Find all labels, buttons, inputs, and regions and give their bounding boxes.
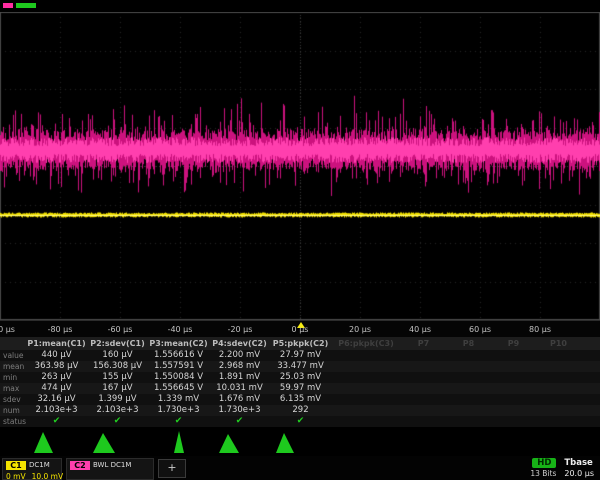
- measure-header[interactable]: P2:sdev(C1): [87, 338, 148, 349]
- timebase-label: Tbase: [564, 458, 594, 468]
- measure-cell: 2.968 mV: [209, 361, 270, 372]
- measure-cell: 2.103e+3: [87, 405, 148, 416]
- measure-cell: 27.97 mV: [270, 350, 331, 361]
- measure-cell: 25.03 mV: [270, 372, 331, 383]
- top-status-bar: [0, 0, 600, 12]
- measure-row-mean: mean363.98 µV156.308 µV1.557591 V2.968 m…: [0, 361, 600, 372]
- c2-status-indicator: [3, 3, 13, 8]
- c2-descriptor[interactable]: C2 BWL DC1M: [66, 458, 154, 480]
- measure-row-label: max: [0, 383, 26, 394]
- channel-bar: C1 DC1M 0 mV 10.0 mV C2 BWL DC1M + HD Tb…: [0, 456, 600, 480]
- measure-cell: 1.676 mV: [209, 394, 270, 405]
- measure-header-disabled[interactable]: P7: [401, 338, 446, 349]
- measurement-table: P1:mean(C1)P2:sdev(C1)P3:mean(C2)P4:sdev…: [0, 337, 600, 427]
- measure-header-disabled[interactable]: P10: [536, 338, 581, 349]
- time-label: -60 µs: [108, 325, 133, 334]
- measure-status-check: ✔: [209, 416, 270, 427]
- histicon-row: [0, 429, 600, 455]
- c2-label: C2: [70, 461, 90, 470]
- measure-cell: 263 µV: [26, 372, 87, 383]
- measure-status-check: ✔: [270, 416, 331, 427]
- measure-cell: 2.103e+3: [26, 405, 87, 416]
- measure-header-disabled[interactable]: P8: [446, 338, 491, 349]
- hd-badge: HD: [532, 458, 556, 468]
- measure-cell: 292: [270, 405, 331, 416]
- timebase-descriptor[interactable]: HD Tbase 13 Bits 20.0 µs: [530, 458, 598, 478]
- measure-header[interactable]: P5:pkpk(C2): [270, 338, 331, 349]
- measure-row-label: min: [0, 372, 26, 383]
- measure-cell: 1.399 µV: [87, 394, 148, 405]
- measure-header-disabled[interactable]: P6:pkpk(C3): [331, 338, 401, 349]
- histogram-icon[interactable]: [270, 429, 331, 455]
- measure-status-check: ✔: [26, 416, 87, 427]
- oscilloscope-screen: -100 µs -80 µs -60 µs -40 µs -20 µs 0 µs 20 µs…: [0, 0, 600, 480]
- time-label: 40 µs: [409, 325, 431, 334]
- measure-cell: 440 µV: [26, 350, 87, 361]
- time-axis: -100 µs -80 µs -60 µs -40 µs -20 µs 0 µs 20 µs…: [0, 320, 600, 338]
- c1-coupling: DC1M: [29, 461, 50, 469]
- waveform-canvas: [0, 12, 600, 320]
- measure-status-check: ✔: [87, 416, 148, 427]
- measure-cell: 2.200 mV: [209, 350, 270, 361]
- measure-header[interactable]: P3:mean(C2): [148, 338, 209, 349]
- measure-cell: 1.730e+3: [209, 405, 270, 416]
- measure-cell: 59.97 mV: [270, 383, 331, 394]
- measure-cell: 1.891 mV: [209, 372, 270, 383]
- measure-row-value: value440 µV160 µV1.556616 V2.200 mV27.97…: [0, 350, 600, 361]
- measure-cell: 363.98 µV: [26, 361, 87, 372]
- time-label: 60 µs: [469, 325, 491, 334]
- measure-cell: 10.031 mV: [209, 383, 270, 394]
- measure-row-label: sdev: [0, 394, 26, 405]
- measure-header[interactable]: P4:sdev(C2): [209, 338, 270, 349]
- time-label: 80 µs: [529, 325, 551, 334]
- measure-header[interactable]: P1:mean(C1): [26, 338, 87, 349]
- measure-row-status: status✔✔✔✔✔: [0, 416, 600, 427]
- measure-cell: 1.556616 V: [148, 350, 209, 361]
- measure-row-max: max474 µV167 µV1.556645 V10.031 mV59.97 …: [0, 383, 600, 394]
- histogram-icon[interactable]: [209, 429, 270, 455]
- measure-row-min: min263 µV155 µV1.550084 V1.891 mV25.03 m…: [0, 372, 600, 383]
- histogram-icon[interactable]: [148, 429, 209, 455]
- measure-cell: 160 µV: [87, 350, 148, 361]
- measure-cell: 474 µV: [26, 383, 87, 394]
- measure-row-label: value: [0, 350, 26, 361]
- time-label: 20 µs: [349, 325, 371, 334]
- measure-cell: 6.135 mV: [270, 394, 331, 405]
- measure-cell: 33.477 mV: [270, 361, 331, 372]
- time-label: -20 µs: [228, 325, 253, 334]
- waveform-display[interactable]: [0, 12, 600, 320]
- measure-cell: 167 µV: [87, 383, 148, 394]
- measure-cell: 1.556645 V: [148, 383, 209, 394]
- measure-row-num: num2.103e+32.103e+31.730e+31.730e+3292: [0, 405, 600, 416]
- measure-header-disabled[interactable]: P9: [491, 338, 536, 349]
- time-label: 0 µs: [292, 325, 309, 334]
- measure-cell: 1.557591 V: [148, 361, 209, 372]
- time-label: -100 µs: [0, 325, 15, 334]
- measure-cell: 1.339 mV: [148, 394, 209, 405]
- measure-header-row: P1:mean(C1)P2:sdev(C1)P3:mean(C2)P4:sdev…: [0, 337, 600, 350]
- c2-coupling: BWL DC1M: [93, 461, 131, 469]
- measure-status-check: ✔: [148, 416, 209, 427]
- c1-descriptor[interactable]: C1 DC1M 0 mV 10.0 mV: [2, 458, 62, 480]
- histogram-icon[interactable]: [87, 429, 148, 455]
- time-label: -80 µs: [48, 325, 73, 334]
- c1-label: C1: [6, 461, 26, 470]
- measure-row-label: num: [0, 405, 26, 416]
- measure-cell: 1.550084 V: [148, 372, 209, 383]
- time-label: -40 µs: [168, 325, 193, 334]
- measure-row-label: mean: [0, 361, 26, 372]
- measure-cell: 1.730e+3: [148, 405, 209, 416]
- measure-row-sdev: sdev32.16 µV1.399 µV1.339 mV1.676 mV6.13…: [0, 394, 600, 405]
- c1-scale: 10.0 mV: [32, 472, 64, 480]
- measure-row-label: status: [0, 416, 26, 427]
- measure-cell: 32.16 µV: [26, 394, 87, 405]
- histogram-icon[interactable]: [26, 429, 87, 455]
- measure-cell: 156.308 µV: [87, 361, 148, 372]
- add-trace-button[interactable]: +: [158, 459, 186, 478]
- timebase-scale: 20.0 µs: [564, 469, 594, 478]
- hd-bits: 13 Bits: [530, 469, 556, 478]
- acquisition-status-indicator: [16, 3, 36, 8]
- measure-cell: 155 µV: [87, 372, 148, 383]
- c1-offset: 0 mV: [6, 472, 26, 480]
